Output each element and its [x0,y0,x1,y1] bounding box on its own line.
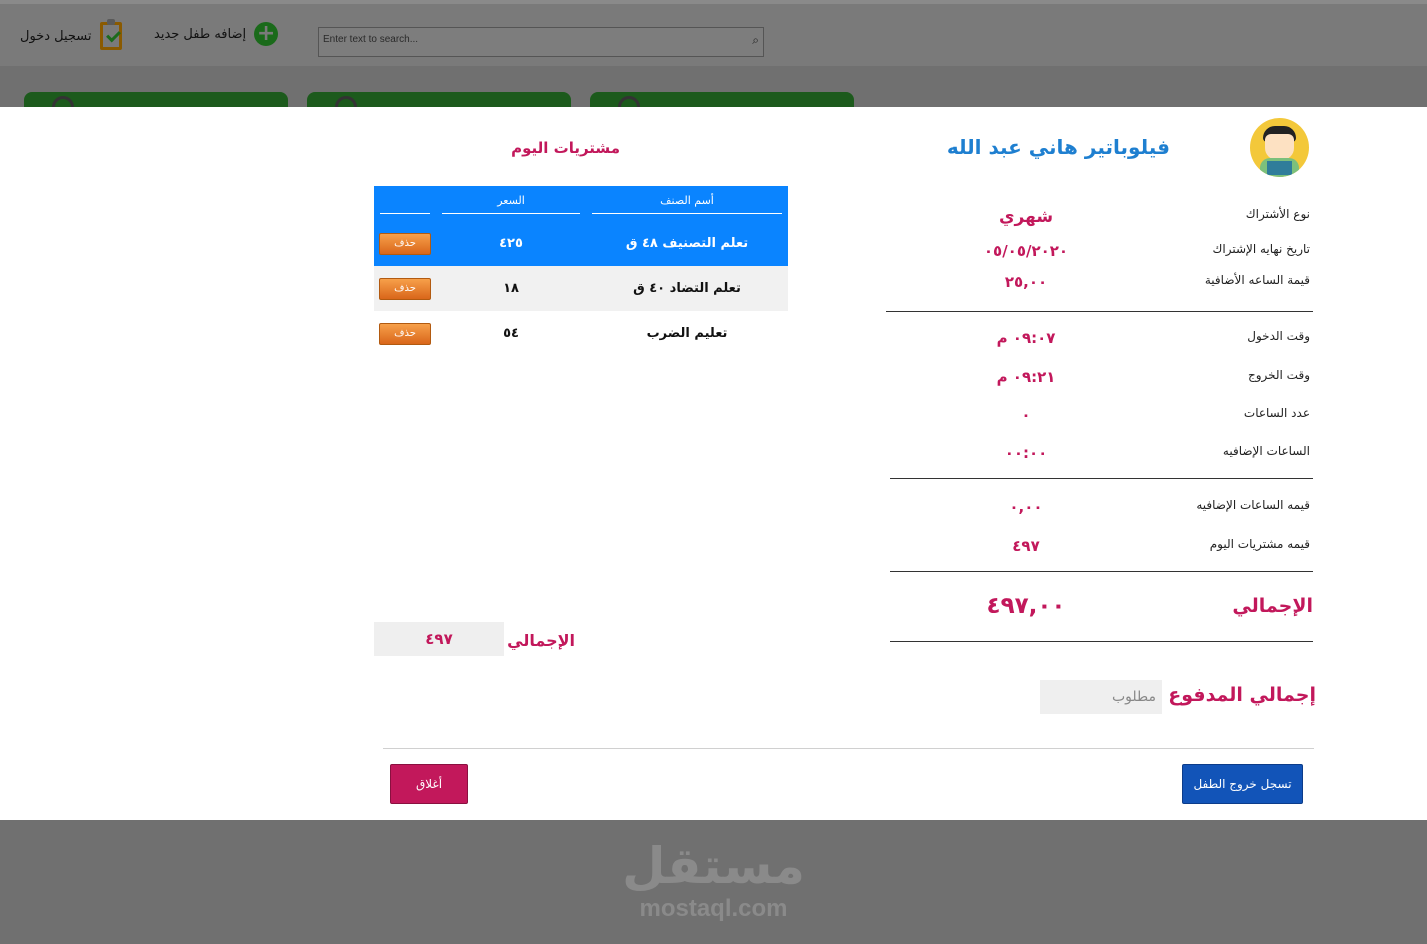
entry-time-label: وقت الدخول [1247,329,1310,343]
child-name: فيلوباتير هاني عبد الله [946,135,1170,159]
subscription-end-value: ٠٥/٠٥/٢٠٢٠ [983,242,1069,260]
subscription-end-row: تاريخ نهايه الإشتراك ٠٥/٠٥/٢٠٢٠ [900,242,1310,272]
delete-button[interactable]: حذف [379,322,431,345]
add-child-label: إضافه طفل جديد [154,26,247,42]
delete-button[interactable]: حذف [379,232,431,255]
subscription-type-value: شهري [998,207,1054,227]
item-name: تعلم التضاد ٤٠ ق [586,266,788,311]
item-price: ٤٢٥ [436,221,586,266]
purchases-cost-label: قيمه مشتريات اليوم [1209,537,1310,551]
exit-time-row: وقت الخروج ٠٩:٢١ م [900,368,1310,398]
checkout-button[interactable]: تسجل خروج الطفل [1182,764,1303,804]
entry-time-value: ٠٩:٠٧ م [996,329,1056,347]
item-price: ١٨ [436,266,586,311]
purchases-table: أسم الصنف السعر تعلم التصنيف ٤٨ ق ٤٢٥ حذ… [374,186,788,356]
login-button[interactable]: تسجيل دخول [20,19,122,50]
purchases-title: مشتريات اليوم [511,139,620,157]
avatar [1250,118,1309,177]
divider [886,311,1313,312]
paid-total-label: إجمالي المدفوع [1168,684,1316,706]
search-box[interactable]: Enter text to search... ⌕ [318,27,764,57]
total-label: الإجمالي [1232,595,1313,617]
extra-hours-row: الساعات الإضافيه ٠٠:٠٠ [900,444,1310,474]
footer-divider [383,748,1314,749]
purchases-total-label: الإجمالي [507,631,575,650]
purchases-total-value: ٤٩٧ [374,622,504,656]
divider [890,571,1313,572]
column-header-price[interactable]: السعر [436,186,586,221]
divider [890,641,1313,642]
toolbar: تسجيل دخول + إضافه طفل جديد Enter text t… [0,4,1427,66]
item-name: تعلم التصنيف ٤٨ ق [586,221,788,266]
table-header-row: أسم الصنف السعر [374,186,788,221]
item-name: تعليم الضرب [646,326,728,341]
paid-total-input[interactable] [1040,680,1162,714]
entry-time-row: وقت الدخول ٠٩:٠٧ م [900,329,1310,359]
extra-hours-label: الساعات الإضافيه [1222,444,1310,458]
extra-hour-price-row: قيمة الساعه الأضافية ٢٥,٠٠ [900,273,1310,303]
search-icon[interactable]: ⌕ [752,33,759,48]
checkout-modal: فيلوباتير هاني عبد الله نوع الأشتراك شهر… [0,107,1427,820]
divider [890,478,1313,479]
login-label: تسجيل دخول [20,28,92,44]
table-row[interactable]: تعليم الضرب ٥٤ حذف [374,311,788,356]
extra-hours-cost-label: قيمه الساعات الإضافيه [1196,498,1310,512]
table-row[interactable]: تعلم التصنيف ٤٨ ق ٤٢٥ حذف [374,221,788,266]
plus-circle-icon: + [254,22,279,46]
subscription-end-label: تاريخ نهايه الإشتراك [1212,242,1310,256]
hours-count-label: عدد الساعات [1243,406,1310,420]
column-header-action [374,186,436,221]
purchases-cost-value: ٤٩٧ [1012,537,1040,555]
clipboard-check-icon [99,19,122,50]
extra-hours-cost-row: قيمه الساعات الإضافيه ٠,٠٠ [900,498,1310,528]
table-row[interactable]: تعلم التضاد ٤٠ ق ١٨ حذف [374,266,788,311]
extra-hours-cost-value: ٠,٠٠ [1009,498,1043,516]
subscription-type-label: نوع الأشتراك [1245,207,1310,221]
search-input[interactable]: Enter text to search... [323,34,418,45]
watermark-latin: mostaql.com [639,895,788,922]
exit-time-value: ٠٩:٢١ م [996,368,1056,386]
column-header-name[interactable]: أسم الصنف [586,186,788,221]
total-value: ٤٩٧,٠٠ [986,593,1066,619]
subscription-type-row: نوع الأشتراك شهري [900,207,1310,237]
item-price: ٥٤ [503,326,519,341]
watermark: مستقل mostaql.com [600,838,827,924]
purchases-cost-row: قيمه مشتريات اليوم ٤٩٧ [900,537,1310,567]
hours-count-value: ٠ [1021,406,1031,424]
extra-hour-price-label: قيمة الساعه الأضافية [1204,273,1310,287]
extra-hour-price-value: ٢٥,٠٠ [1004,273,1048,291]
delete-button[interactable]: حذف [379,277,431,300]
add-child-button[interactable]: + إضافه طفل جديد [154,22,279,46]
exit-time-label: وقت الخروج [1247,368,1310,382]
close-button[interactable]: أغلاق [390,764,468,804]
watermark-arabic: مستقل [622,837,805,895]
hours-count-row: عدد الساعات ٠ [900,406,1310,436]
extra-hours-value: ٠٠:٠٠ [1004,444,1048,462]
